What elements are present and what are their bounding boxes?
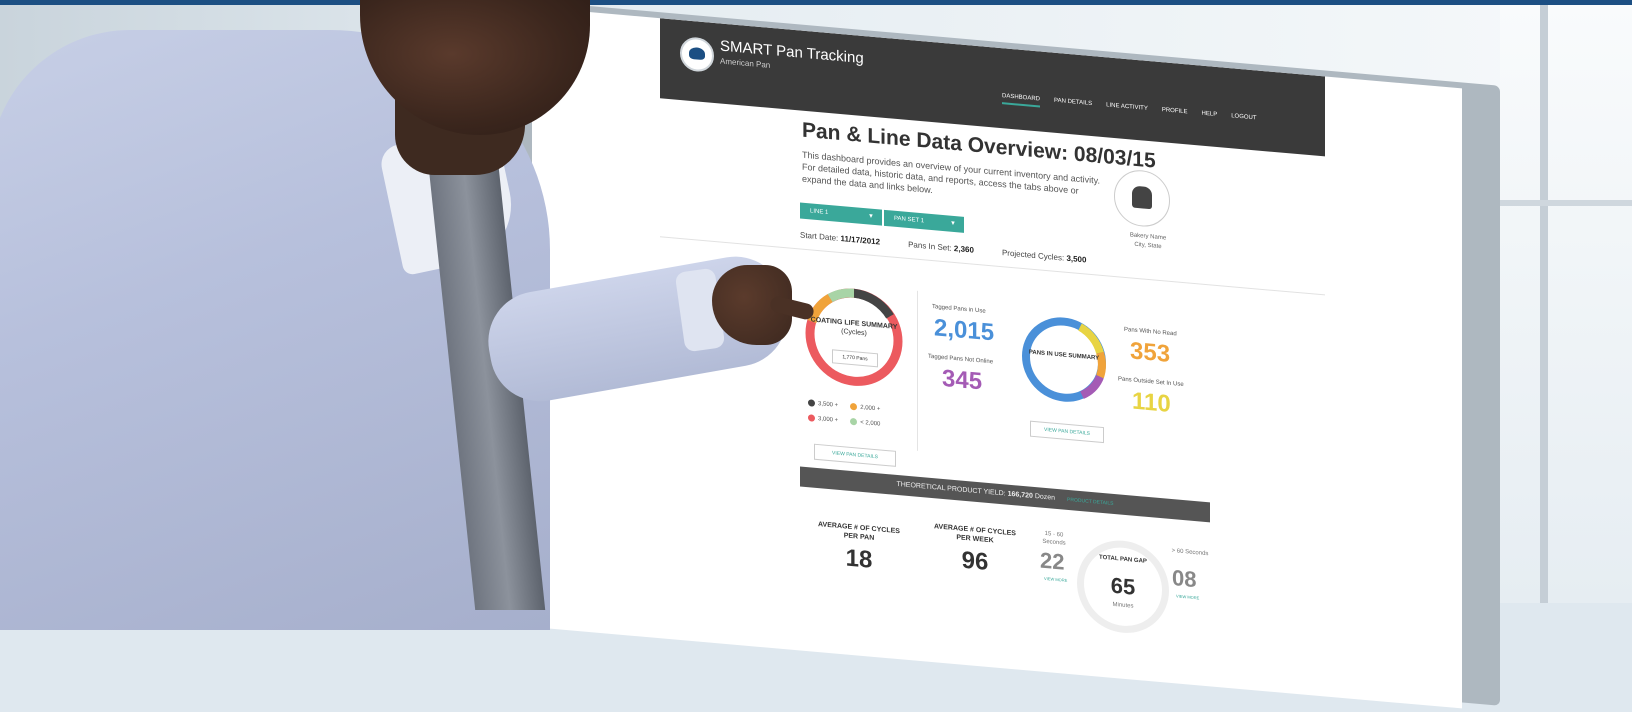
- window-frame: [1540, 5, 1548, 603]
- total-gap-value: 65: [1110, 572, 1136, 600]
- view-more-link[interactable]: VIEW MORE: [1044, 576, 1067, 583]
- product-yield-bar: THEORETICAL PRODUCT YIELD: 166,720 Dozen…: [800, 466, 1210, 523]
- window: [1500, 5, 1632, 603]
- tagged-not-online-value: 345: [942, 364, 983, 396]
- window-frame: [1500, 200, 1632, 206]
- avg-cycles-pan-value: 18: [845, 544, 873, 574]
- start-date-stat: Start Date: 11/17/2012: [800, 230, 881, 247]
- panset-select-label: PAN SET 1: [894, 215, 925, 225]
- gap-short-label: 15 - 60 Seconds: [1042, 530, 1066, 547]
- gap-long-value: 08: [1172, 565, 1197, 593]
- chevron-down-icon: ▼: [868, 213, 874, 220]
- projected-cycles-value: 3,500: [1066, 253, 1087, 265]
- donut-segment-lt2000: [827, 288, 855, 303]
- view-more-link-2[interactable]: VIEW MORE: [1176, 593, 1199, 600]
- outside-set-value: 110: [1132, 387, 1171, 418]
- chevron-down-icon: ▼: [950, 220, 956, 228]
- bakery-avatar: [1114, 167, 1170, 229]
- yield-label: THEORETICAL PRODUCT YIELD:: [896, 480, 1006, 498]
- vertical-divider: [917, 290, 918, 451]
- bread-icon: [1132, 185, 1152, 210]
- nav-profile[interactable]: PROFILE: [1162, 107, 1188, 120]
- pans-in-use-donut[interactable]: PANS IN USE SUMMARY: [1020, 312, 1108, 408]
- pans-in-set-stat: Pans In Set: 2,360: [908, 239, 974, 255]
- tagged-not-online-label: Tagged Pans Not Online: [928, 353, 994, 366]
- bakery-info: Bakery Name City, State: [1118, 230, 1178, 253]
- no-read-value: 353: [1130, 337, 1171, 368]
- donut-segment-purple: [1079, 374, 1104, 399]
- start-date-value: 11/17/2012: [840, 234, 881, 247]
- tagged-in-use-value: 2,015: [934, 314, 995, 347]
- donut-segment-yellow: [1078, 323, 1104, 354]
- legend-item: 2,000 +: [850, 402, 880, 413]
- tagged-in-use-label: Tagged Pans in Use: [932, 304, 986, 315]
- gap-short-value: 22: [1040, 547, 1065, 575]
- yield-unit: Dozen: [1034, 493, 1056, 502]
- view-pan-details-button-2[interactable]: VIEW PAN DETAILS: [1030, 420, 1104, 444]
- pans-in-set-value: 2,360: [953, 243, 974, 255]
- yield-value: 166,720: [1007, 490, 1033, 500]
- panset-select[interactable]: PAN SET 1 ▼: [884, 209, 964, 233]
- outside-set-label: Pans Outside Set In Use: [1118, 376, 1184, 389]
- legend-item: < 2,000: [850, 417, 880, 428]
- avg-cycles-pan-label: AVERAGE # OF CYCLES PER PAN: [818, 521, 900, 542]
- avg-cycles-week-value: 96: [961, 546, 989, 576]
- product-details-link[interactable]: PRODUCT DETAILS: [1067, 497, 1114, 507]
- nav-help[interactable]: HELP: [1202, 111, 1218, 123]
- view-pan-details-button[interactable]: VIEW PAN DETAILS: [814, 443, 896, 467]
- coating-legend: 3,500 + 2,000 + 3,000 + < 2,000: [808, 399, 880, 435]
- set-stats: Start Date: 11/17/2012 Pans In Set: 2,36…: [800, 230, 1086, 264]
- total-gap-label: TOTAL PAN GAP: [1099, 554, 1147, 565]
- total-pan-gap: TOTAL PAN GAP 65 Minutes: [1077, 536, 1169, 637]
- legend-item: 3,500 +: [808, 399, 838, 409]
- avg-cycles-week-label: AVERAGE # OF CYCLES PER WEEK: [934, 523, 1016, 545]
- projected-cycles-stat: Projected Cycles: 3,500: [1001, 248, 1087, 265]
- gap-long-label: > 60 Seconds: [1171, 548, 1209, 558]
- legend-item: 3,000 +: [808, 414, 838, 424]
- line-select-label: LINE 1: [810, 208, 829, 216]
- donut-segment-3500: [853, 288, 894, 319]
- nav-logout[interactable]: LOGOUT: [1231, 113, 1256, 126]
- line-select[interactable]: LINE 1 ▼: [800, 202, 882, 226]
- coating-life-donut[interactable]: COATING LIFE SUMMARY (Cycles) 1,770 Pans: [802, 281, 906, 394]
- no-read-label: Pans With No Read: [1124, 326, 1177, 338]
